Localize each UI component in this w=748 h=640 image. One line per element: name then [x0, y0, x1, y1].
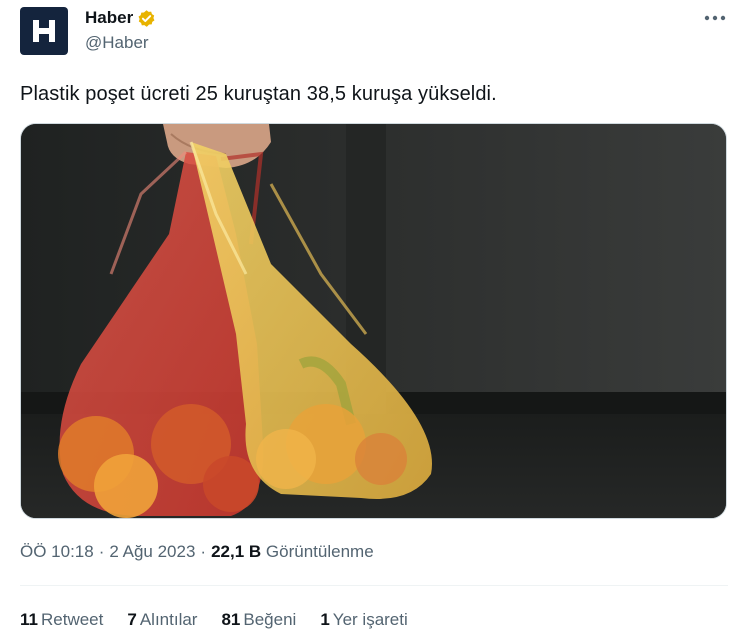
- retweets-count: 11: [20, 610, 38, 629]
- retweets-stat[interactable]: 11 Retweet: [20, 609, 103, 631]
- user-handle[interactable]: @Haber: [85, 33, 149, 53]
- bookmarks-stat[interactable]: 1 Yer işareti: [320, 609, 407, 631]
- quotes-count: 7: [127, 610, 137, 629]
- tweet-text: Plastik poşet ücreti 25 kuruştan 38,5 ku…: [20, 83, 497, 105]
- plastic-bags-photo: [21, 124, 726, 518]
- bookmarks-label: Yer işareti: [332, 610, 408, 629]
- more-options-button[interactable]: [700, 8, 730, 28]
- quotes-label: Alıntılar: [139, 610, 198, 629]
- more-horizontal-icon: [704, 15, 726, 21]
- views-count: 22,1 B: [211, 542, 262, 561]
- likes-count: 81: [221, 610, 241, 629]
- display-name-text: Haber: [85, 8, 134, 27]
- divider: [20, 585, 728, 586]
- haber-logo-icon: [33, 20, 55, 42]
- verified-badge-icon: [138, 9, 155, 27]
- separator-dot: ·: [98, 542, 105, 561]
- tweet-meta: ÖÖ 10:18 · 2 Ağu 2023 · 22,1 B Görüntülenme: [20, 541, 374, 563]
- tweet-stats: 11 Retweet 7 Alıntılar 81 Beğeni 1 Yer işare…: [20, 609, 408, 631]
- display-name[interactable]: Haber: [85, 8, 156, 28]
- tweet-image[interactable]: [20, 123, 727, 519]
- likes-stat[interactable]: 81 Beğeni: [221, 609, 296, 631]
- quotes-stat[interactable]: 7 Alıntılar: [127, 609, 197, 631]
- tweet-time[interactable]: ÖÖ 10:18: [20, 542, 94, 561]
- views-label: Görüntülenme: [265, 542, 374, 561]
- likes-label: Beğeni: [243, 610, 297, 629]
- separator-dot: ·: [200, 542, 207, 561]
- avatar[interactable]: [20, 7, 68, 55]
- retweets-label: Retweet: [40, 610, 104, 629]
- tweet-date[interactable]: 2 Ağu 2023: [109, 542, 195, 561]
- bookmarks-count: 1: [320, 610, 330, 629]
